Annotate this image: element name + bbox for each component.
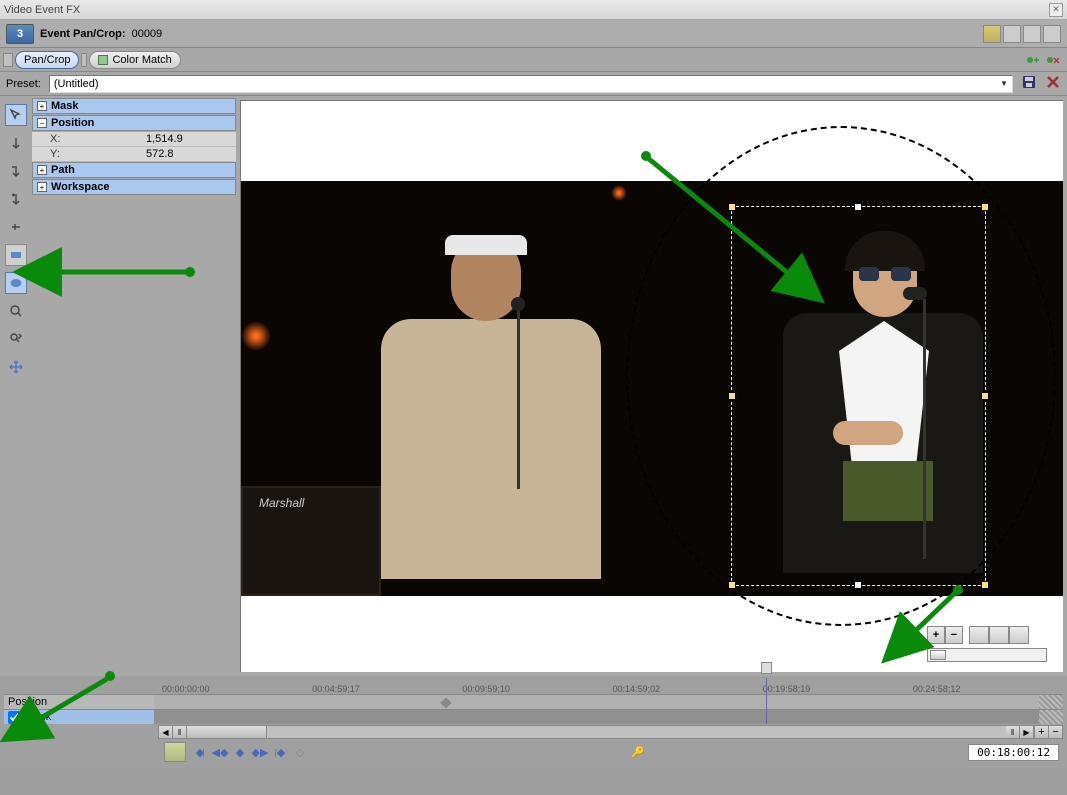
zoom-in-timeline[interactable]: + bbox=[1034, 726, 1048, 738]
preset-value: (Untitled) bbox=[54, 78, 99, 90]
rectangle-mask-tool[interactable] bbox=[5, 244, 27, 266]
keyframe-icon[interactable] bbox=[440, 697, 451, 708]
header-frame: 00009 bbox=[132, 28, 163, 40]
view-mode-d[interactable] bbox=[1043, 25, 1061, 43]
scroll-left-icon[interactable]: ◀ bbox=[159, 726, 173, 738]
zoom-out-button[interactable]: − bbox=[945, 626, 963, 644]
first-key-icon[interactable]: ◆| bbox=[192, 744, 208, 760]
collapse-icon: − bbox=[37, 118, 47, 128]
source-badge-icon: 3 bbox=[6, 24, 34, 44]
normal-edit-tool[interactable] bbox=[5, 104, 27, 126]
prop-row-x[interactable]: X:1,514.9 bbox=[32, 132, 236, 147]
scrollbar-thumb[interactable] bbox=[187, 726, 267, 738]
track-mask[interactable] bbox=[154, 709, 1063, 724]
header-bar: 3 Event Pan/Crop: 00009 bbox=[0, 20, 1067, 48]
add-key-icon[interactable]: ◆ bbox=[232, 744, 248, 760]
view-mode-a[interactable] bbox=[983, 25, 1001, 43]
anchor-delete-tool[interactable] bbox=[5, 160, 27, 182]
anchor-add-tool[interactable] bbox=[5, 188, 27, 210]
zoom-out-timeline[interactable]: − bbox=[1048, 726, 1062, 738]
next-key-icon[interactable]: ◆▶ bbox=[252, 744, 268, 760]
title-bar: Video Event FX ✕ bbox=[0, 0, 1067, 20]
preset-dropdown[interactable]: (Untitled) ▼ bbox=[49, 75, 1013, 93]
mask-enable-checkbox[interactable] bbox=[8, 711, 21, 724]
header-label: Event Pan/Crop: bbox=[40, 28, 126, 40]
properties-panel: +Mask −Position X:1,514.9 Y:572.8 +Path … bbox=[32, 96, 236, 676]
fit-all-button[interactable] bbox=[1009, 626, 1029, 644]
tool-column bbox=[0, 96, 32, 676]
track-label-position[interactable]: Position bbox=[4, 694, 154, 709]
selection-rect[interactable] bbox=[731, 206, 986, 586]
delete-preset-icon[interactable] bbox=[1045, 74, 1061, 93]
sync-cursor-button[interactable] bbox=[164, 742, 186, 762]
expand-icon: + bbox=[37, 101, 47, 111]
window-title: Video Event FX bbox=[4, 4, 80, 16]
delete-key-icon[interactable]: ◇ bbox=[292, 744, 308, 760]
chain-connector-icon bbox=[81, 53, 87, 67]
close-button[interactable]: ✕ bbox=[1049, 3, 1063, 17]
preset-label: Preset: bbox=[6, 78, 41, 90]
prop-group-mask[interactable]: +Mask bbox=[32, 98, 236, 114]
timeline-scrollbar[interactable]: ◀ ‖ ‖ ▶ + − bbox=[158, 725, 1063, 739]
timeline-area: 00:00:00:00 00:04:59;17 00:09:59;10 00:1… bbox=[0, 676, 1067, 769]
bottom-bar: ◆| ◀◆ ◆ ◆▶ |◆ ◇ 🔑 00:18:00:12 bbox=[4, 739, 1063, 765]
prev-key-icon[interactable]: ◀◆ bbox=[212, 744, 228, 760]
fit-w-button[interactable] bbox=[989, 626, 1009, 644]
track-position[interactable] bbox=[154, 694, 1063, 709]
last-key-icon[interactable]: |◆ bbox=[272, 744, 288, 760]
zoom-edit-tool[interactable] bbox=[5, 328, 27, 350]
chain-connector-icon bbox=[3, 53, 13, 67]
preview-controls: + − bbox=[927, 626, 1047, 662]
zoom-slider[interactable] bbox=[927, 648, 1047, 662]
scroll-right-icon[interactable]: ▶ bbox=[1020, 726, 1034, 738]
timeline-ruler[interactable]: 00:00:00:00 00:04:59;17 00:09:59;10 00:1… bbox=[162, 678, 1063, 694]
current-time-field[interactable]: 00:18:00:12 bbox=[968, 744, 1059, 761]
fx-chain-pancrop[interactable]: Pan/Crop bbox=[15, 51, 79, 69]
add-node-icon[interactable] bbox=[1024, 52, 1040, 68]
prop-row-y[interactable]: Y:572.8 bbox=[32, 147, 236, 162]
playhead[interactable] bbox=[766, 678, 767, 724]
remove-node-icon[interactable] bbox=[1044, 52, 1060, 68]
preview-canvas[interactable]: Marshall bbox=[240, 100, 1063, 672]
expand-icon: + bbox=[37, 182, 47, 192]
anchor-tool[interactable] bbox=[5, 132, 27, 154]
track-label-mask[interactable]: Mask bbox=[4, 709, 154, 724]
preset-bar: Preset: (Untitled) ▼ bbox=[0, 72, 1067, 96]
split-tool[interactable] bbox=[5, 216, 27, 238]
prop-group-position[interactable]: −Position bbox=[32, 115, 236, 131]
oval-mask-tool[interactable] bbox=[5, 272, 27, 294]
fx-chain-bar: Pan/Crop Color Match bbox=[0, 48, 1067, 72]
main-area: +Mask −Position X:1,514.9 Y:572.8 +Path … bbox=[0, 96, 1067, 676]
prop-group-path[interactable]: +Path bbox=[32, 162, 236, 178]
move-tool[interactable] bbox=[5, 356, 27, 378]
fx-chain-colormatch[interactable]: Color Match bbox=[89, 51, 180, 69]
view-mode-b[interactable] bbox=[1003, 25, 1021, 43]
person-left bbox=[341, 201, 661, 596]
zoom-in-button[interactable]: + bbox=[927, 626, 945, 644]
fit-h-button[interactable] bbox=[969, 626, 989, 644]
save-preset-icon[interactable] bbox=[1021, 74, 1037, 93]
zoom-tool[interactable] bbox=[5, 300, 27, 322]
view-mode-c[interactable] bbox=[1023, 25, 1041, 43]
expand-icon: + bbox=[37, 165, 47, 175]
chevron-down-icon: ▼ bbox=[1000, 79, 1008, 88]
preview-wrap: Marshall bbox=[236, 96, 1067, 676]
lock-icon[interactable]: 🔑 bbox=[631, 746, 645, 759]
prop-group-workspace[interactable]: +Workspace bbox=[32, 179, 236, 195]
